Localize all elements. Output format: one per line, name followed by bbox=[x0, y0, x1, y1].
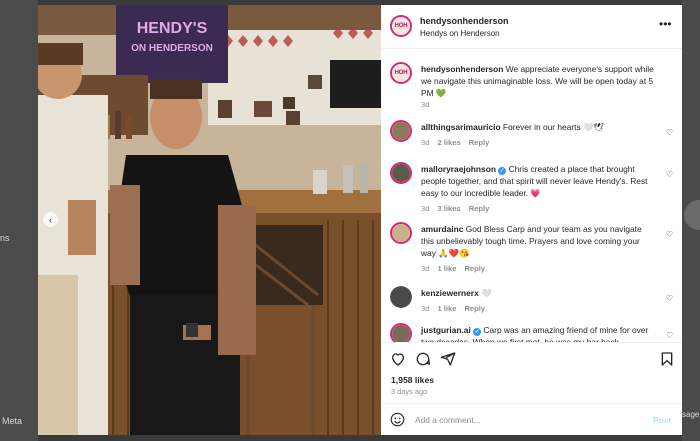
comment-username[interactable]: allthingsarimauricio bbox=[421, 122, 501, 132]
comment-icon[interactable] bbox=[415, 351, 431, 367]
comment-like-icon[interactable]: ♡ bbox=[666, 230, 673, 239]
comment-text: kenziewernerx 🤍 bbox=[421, 287, 657, 299]
emoji-icon[interactable] bbox=[390, 412, 405, 427]
comment-time: 3d bbox=[421, 204, 430, 213]
comment-text: justgurian.ai ✓ Carp was an amazing frie… bbox=[421, 324, 657, 342]
post-header: HOH hendysonhenderson Hendys on Henderso… bbox=[381, 5, 682, 49]
author-subtitle[interactable]: Hendys on Henderson bbox=[420, 29, 500, 38]
comments-list[interactable]: HOH hendysonhenderson We appreciate ever… bbox=[381, 50, 682, 342]
comment-time: 3d bbox=[421, 304, 430, 313]
commenter-avatar[interactable] bbox=[390, 120, 412, 142]
comment-like-icon[interactable]: ♡ bbox=[666, 294, 673, 303]
commenter-avatar[interactable] bbox=[390, 323, 412, 342]
author-username[interactable]: hendysonhenderson bbox=[420, 16, 509, 26]
comment-like-icon[interactable]: ♡ bbox=[666, 331, 673, 340]
background-page-left: ns Meta bbox=[0, 0, 38, 441]
background-footer-label: Meta bbox=[2, 416, 23, 426]
comment-text: allthingsarimauricio Forever in our hear… bbox=[421, 121, 657, 133]
comment-body: 🤍 bbox=[481, 288, 492, 298]
post-timestamp[interactable]: 3 days ago bbox=[391, 387, 427, 396]
post-actions: 1,958 likes 3 days ago bbox=[381, 342, 682, 398]
post-comment-button[interactable]: Post bbox=[653, 415, 671, 425]
comment-meta: 3d 3 likes Reply bbox=[421, 204, 497, 213]
caption-time: 3d bbox=[421, 100, 430, 109]
post-image: HENDY'S ON HENDERSON bbox=[38, 5, 381, 435]
comment-time: 3d bbox=[421, 138, 430, 147]
comment-likes[interactable]: 2 likes bbox=[437, 138, 460, 147]
reply-button[interactable]: Reply bbox=[464, 304, 485, 313]
verified-badge-icon: ✓ bbox=[473, 328, 482, 336]
reply-button[interactable]: Reply bbox=[464, 264, 485, 273]
comment-text: amurdainc God Bless Carp and your team a… bbox=[421, 223, 657, 259]
comment-meta: 3d 1 like Reply bbox=[421, 264, 493, 273]
comment-likes[interactable]: 1 like bbox=[437, 264, 456, 273]
likes-count[interactable]: 1,958 likes bbox=[391, 375, 434, 385]
comment-meta: 3d 2 likes Reply bbox=[421, 138, 497, 147]
comment-time: 3d bbox=[421, 264, 430, 273]
caption-text: hendysonhenderson We appreciate everyone… bbox=[421, 63, 657, 99]
post-photo[interactable]: HENDY'S ON HENDERSON bbox=[38, 5, 381, 435]
heart-icon[interactable] bbox=[390, 351, 406, 367]
commenter-avatar[interactable] bbox=[390, 286, 412, 308]
bookmark-icon[interactable] bbox=[659, 351, 675, 367]
comment-username[interactable]: justgurian.ai bbox=[421, 325, 471, 335]
comment-likes[interactable]: 1 like bbox=[437, 304, 456, 313]
more-horizontal-icon[interactable]: ••• bbox=[659, 17, 672, 31]
reply-button[interactable]: Reply bbox=[469, 204, 490, 213]
comment-username[interactable]: kenziewernerx bbox=[421, 288, 479, 298]
comment-meta: 3d 1 like Reply bbox=[421, 304, 493, 313]
comment-text: malloryraejohnson ✓ Chris created a plac… bbox=[421, 163, 657, 199]
comment-composer: Post bbox=[381, 403, 682, 435]
commenter-avatar[interactable] bbox=[390, 222, 412, 244]
comment-body: Forever in our hearts 🤍🕊 bbox=[502, 122, 605, 132]
chevron-left-icon[interactable]: ‹ bbox=[43, 212, 58, 227]
comment-username[interactable]: malloryraejohnson bbox=[421, 164, 496, 174]
background-label: ns bbox=[0, 233, 10, 243]
background-page-right: sage bbox=[682, 0, 700, 441]
sign-line1: HENDY'S bbox=[137, 20, 208, 37]
commenter-avatar[interactable] bbox=[390, 162, 412, 184]
verified-badge-icon: ✓ bbox=[498, 167, 507, 175]
background-avatar bbox=[684, 200, 700, 230]
reply-button[interactable]: Reply bbox=[469, 138, 490, 147]
comment-input[interactable] bbox=[415, 413, 635, 427]
comment-like-icon[interactable]: ♡ bbox=[666, 170, 673, 179]
caption-avatar[interactable]: HOH bbox=[390, 62, 412, 84]
comment-username[interactable]: amurdainc bbox=[421, 224, 463, 234]
sign-line2: ON HENDERSON bbox=[131, 43, 213, 54]
post-side-panel: HOH hendysonhenderson Hendys on Henderso… bbox=[381, 5, 682, 435]
share-icon[interactable] bbox=[440, 351, 456, 367]
comment-likes[interactable]: 3 likes bbox=[437, 204, 460, 213]
caption-meta: 3d bbox=[421, 100, 437, 109]
caption-username[interactable]: hendysonhenderson bbox=[421, 64, 503, 74]
comment-like-icon[interactable]: ♡ bbox=[666, 128, 673, 137]
background-messages-label: sage bbox=[682, 410, 700, 419]
author-avatar[interactable]: HOH bbox=[390, 15, 412, 37]
